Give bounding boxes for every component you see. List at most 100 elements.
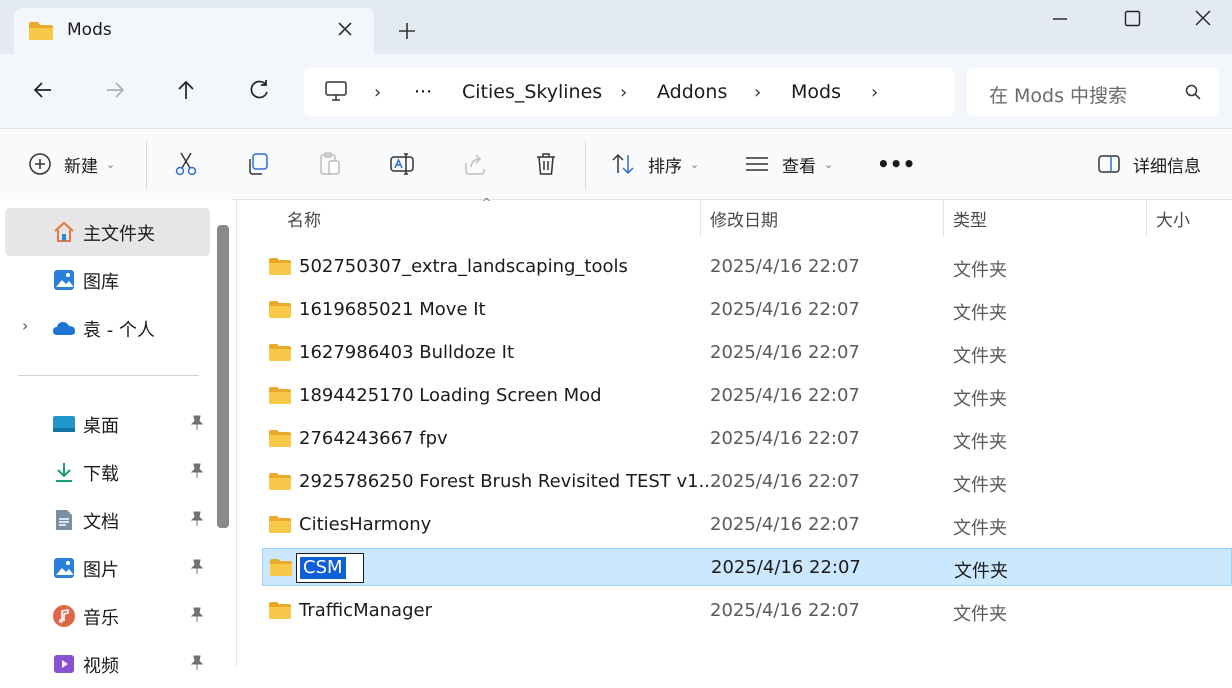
chevron-right-icon[interactable]: › <box>374 82 381 103</box>
sidebar-item-gallery[interactable]: 图库 <box>5 256 210 304</box>
file-row[interactable]: 502750307_extra_landscaping_tools 2025/4… <box>262 248 1232 286</box>
cut-button[interactable] <box>173 150 199 178</box>
column-divider[interactable] <box>943 199 944 237</box>
column-header-modified[interactable]: 修改日期 <box>710 206 778 231</box>
file-row[interactable]: 1619685021 Move It 2025/4/16 22:07 文件夹 <box>262 291 1232 329</box>
column-divider[interactable] <box>700 199 701 237</box>
chevron-right-icon[interactable]: › <box>754 82 761 103</box>
sidebar-item-home[interactable]: 主文件夹 <box>5 208 210 256</box>
file-row-selected[interactable]: CSM 2025/4/16 22:07 文件夹 <box>262 548 1232 586</box>
sidebar-scrollbar[interactable] <box>217 225 229 528</box>
sidebar-item-label: 文档 <box>83 512 119 533</box>
sidebar-item-music[interactable]: 音乐 <box>5 592 210 640</box>
pin-icon[interactable] <box>190 463 204 479</box>
search-input[interactable]: 在 Mods 中搜索 <box>967 68 1219 116</box>
sort-button[interactable]: 排序 ⌄ <box>610 150 699 178</box>
address-row: › ··· Cities_Skylines › Addons › Mods › … <box>0 54 1232 128</box>
sidebar-item-videos[interactable]: 视频 <box>5 640 210 688</box>
close-tab-icon[interactable] <box>336 20 354 38</box>
file-type: 文件夹 <box>953 389 1007 410</box>
navigation-pane: 主文件夹 图库 › 袁 - 个人 桌面 下载 文档 图片 音乐 视频 <box>0 199 232 677</box>
desktop-icon <box>53 416 75 432</box>
chevron-right-icon[interactable]: › <box>22 316 28 335</box>
cut-icon <box>175 152 197 176</box>
delete-button[interactable] <box>533 150 559 178</box>
rename-button[interactable] <box>389 150 415 178</box>
breadcrumb-addons[interactable]: Addons <box>657 81 727 103</box>
sidebar-item-documents[interactable]: 文档 <box>5 496 210 544</box>
computer-icon[interactable] <box>324 80 348 102</box>
sidebar-item-desktop[interactable]: 桌面 <box>5 400 210 448</box>
column-header-type[interactable]: 类型 <box>953 206 987 231</box>
more-options-button[interactable]: ••• <box>877 150 915 178</box>
file-row[interactable]: CitiesHarmony 2025/4/16 22:07 文件夹 <box>262 506 1232 544</box>
documents-icon <box>56 510 72 530</box>
file-modified: 2025/4/16 22:07 <box>710 471 860 492</box>
column-header-name[interactable]: 名称 <box>287 206 321 231</box>
sidebar-item-downloads[interactable]: 下载 <box>5 448 210 496</box>
rename-selected-text: CSM <box>300 557 346 579</box>
back-icon[interactable] <box>29 76 57 104</box>
share-button[interactable] <box>462 150 488 178</box>
file-type: 文件夹 <box>953 432 1007 453</box>
file-row[interactable]: 1627986403 Bulldoze It 2025/4/16 22:07 文… <box>262 334 1232 372</box>
file-type: 文件夹 <box>953 260 1007 281</box>
chevron-right-icon[interactable]: › <box>871 82 878 103</box>
maximize-icon[interactable] <box>1110 6 1154 32</box>
column-divider[interactable] <box>1146 199 1147 237</box>
chevron-down-icon: ⌄ <box>824 157 834 171</box>
chevron-right-icon[interactable]: › <box>620 82 627 103</box>
download-icon <box>56 463 72 482</box>
toolbar-divider <box>585 141 586 189</box>
up-icon[interactable] <box>172 76 200 104</box>
more-icon: ••• <box>877 152 916 176</box>
file-modified: 2025/4/16 22:07 <box>710 299 860 320</box>
forward-icon[interactable] <box>101 76 129 104</box>
pin-icon[interactable] <box>190 607 204 623</box>
rename-input[interactable]: CSM <box>296 553 364 583</box>
new-tab-icon[interactable] <box>396 20 418 42</box>
pin-icon[interactable] <box>190 415 204 431</box>
tab-title: Mods <box>67 20 112 40</box>
details-pane-button[interactable]: 详细信息 <box>1097 150 1201 178</box>
folder-icon <box>269 258 291 275</box>
column-header-size[interactable]: 大小 <box>1156 206 1190 231</box>
breadcrumb-cities-skylines[interactable]: Cities_Skylines <box>462 81 602 103</box>
file-modified: 2025/4/16 22:07 <box>711 557 861 578</box>
refresh-icon[interactable] <box>245 76 273 104</box>
file-type: 文件夹 <box>953 303 1007 324</box>
folder-icon <box>269 473 291 490</box>
pin-icon[interactable] <box>190 559 204 575</box>
close-icon[interactable] <box>1181 6 1225 32</box>
copy-button[interactable] <box>245 150 271 178</box>
gallery-icon <box>54 270 74 290</box>
file-row[interactable]: 1894425170 Loading Screen Mod 2025/4/16 … <box>262 377 1232 415</box>
address-bar[interactable]: › ··· Cities_Skylines › Addons › Mods › <box>304 68 954 116</box>
breadcrumb-mods[interactable]: Mods <box>791 81 841 103</box>
sidebar-item-pictures[interactable]: 图片 <box>5 544 210 592</box>
minimize-icon[interactable] <box>1038 6 1082 32</box>
file-name: 1894425170 Loading Screen Mod <box>299 385 602 406</box>
pane-divider[interactable] <box>236 199 237 667</box>
folder-icon <box>29 22 53 40</box>
music-icon <box>53 605 75 627</box>
sidebar-item-onedrive[interactable]: › 袁 - 个人 <box>5 304 210 352</box>
file-modified: 2025/4/16 22:07 <box>710 385 860 406</box>
file-type: 文件夹 <box>954 561 1008 582</box>
new-button[interactable]: 新建 ⌄ <box>28 150 115 178</box>
details-pane-icon <box>1098 155 1120 173</box>
folder-icon <box>269 430 291 447</box>
tab-mods[interactable]: Mods <box>14 8 374 54</box>
view-button[interactable]: 查看 ⌄ <box>744 150 833 178</box>
details-label: 详细信息 <box>1133 156 1201 177</box>
breadcrumb-ellipsis[interactable]: ··· <box>414 81 432 103</box>
file-row[interactable]: 2925786250 Forest Brush Revisited TEST v… <box>262 463 1232 501</box>
file-row[interactable]: 2764243667 fpv 2025/4/16 22:07 文件夹 <box>262 420 1232 458</box>
pin-icon[interactable] <box>190 511 204 527</box>
pin-icon[interactable] <box>190 655 204 671</box>
paste-button[interactable] <box>317 150 343 178</box>
sort-label: 排序 <box>648 156 682 177</box>
file-name: 1627986403 Bulldoze It <box>299 342 515 363</box>
file-row[interactable]: TrafficManager 2025/4/16 22:07 文件夹 <box>262 592 1232 630</box>
file-modified: 2025/4/16 22:07 <box>710 514 860 535</box>
